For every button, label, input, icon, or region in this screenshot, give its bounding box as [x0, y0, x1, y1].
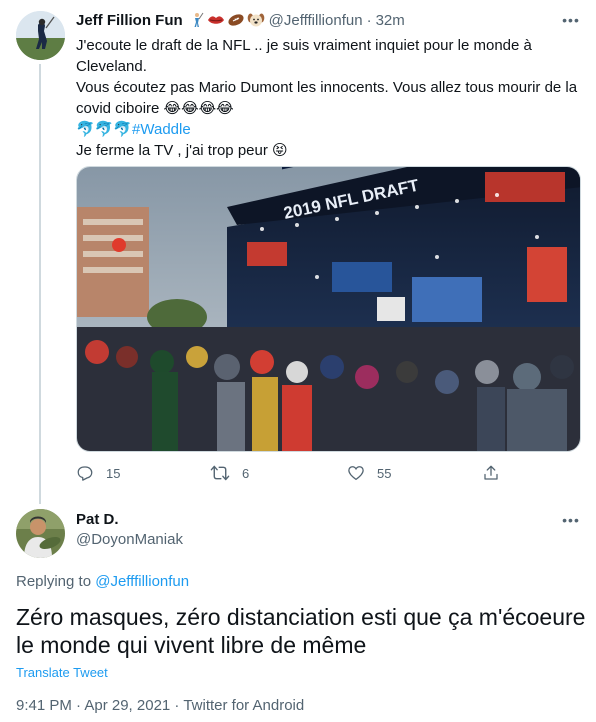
author-name[interactable]: Jeff Fillion Fun [76, 12, 183, 29]
replying-to-line: Replying to @Jefffillionfun [16, 573, 189, 590]
more-options-icon[interactable]: ••• [561, 12, 581, 28]
tongue-emoji: 😝 [272, 142, 288, 159]
share-button[interactable] [482, 462, 500, 484]
tweet-timestamp[interactable]: 9:41 PM · Apr 29, 2021 · Twitter for And… [16, 697, 304, 714]
reply-count: 15 [106, 465, 121, 481]
translate-tweet-link[interactable]: Translate Tweet [16, 665, 108, 680]
reply-author-handle[interactable]: @DoyonManiak [76, 531, 183, 548]
tweet-line-1: J'ecoute le draft de la NFL .. je suis v… [76, 37, 532, 75]
tweet-time[interactable]: 32m [376, 12, 405, 29]
dog-face-emoji [247, 13, 264, 27]
like-count: 55 [377, 465, 392, 481]
laughing-emojis: 😂😂😂😂 [163, 100, 234, 117]
replying-to-mention[interactable]: @Jefffillionfun [95, 573, 189, 590]
lips-emoji [207, 16, 224, 24]
header-separator: · [366, 11, 372, 29]
tweet-line-4-text: Je ferme la TV , j'ai trop peur [76, 142, 268, 159]
retweet-button[interactable]: 6 [210, 462, 249, 484]
retweet-icon [210, 465, 230, 481]
pat-d-avatar[interactable] [16, 509, 65, 558]
heart-icon [348, 466, 364, 481]
tweet-line-2-text: Vous écoutez pas Mario Dumont les innoce… [76, 79, 578, 117]
more-options-icon[interactable]: ••• [561, 512, 581, 528]
parent-tweet[interactable]: Jeff Fillion Fun @Jefffillionfun · 32m •… [0, 0, 596, 504]
tweet-line-2: Vous écoutez pas Mario Dumont les innoce… [76, 77, 581, 119]
reply-icon [77, 466, 93, 481]
name-emojis [189, 12, 265, 28]
reply-author-name[interactable]: Pat D. [76, 511, 119, 528]
share-icon [484, 465, 498, 480]
jeff-fillion-avatar[interactable] [16, 11, 65, 60]
reply-button[interactable]: 15 [76, 462, 120, 484]
tweet-text: J'ecoute le draft de la NFL .. je suis v… [76, 35, 581, 161]
thread-connector-line [39, 64, 41, 504]
football-emoji [228, 14, 244, 26]
dolphin-emojis: 🐬🐬🐬 [76, 121, 133, 138]
like-button[interactable]: 55 [347, 462, 391, 484]
focused-tweet: Pat D. @DoyonManiak ••• Replying to @Jef… [0, 500, 596, 722]
reply-tweet-text: Zéro masques, zéro distanciation esti qu… [16, 604, 586, 658]
tweet-actions: 15 6 55 [76, 462, 516, 484]
retweet-count: 6 [242, 465, 250, 481]
tweet-line-4: Je ferme la TV , j'ai trop peur 😝 [76, 140, 581, 161]
tweet-header: Jeff Fillion Fun @Jefffillionfun · 32m [76, 10, 576, 30]
golfer-emoji [194, 12, 204, 27]
replying-to-prefix: Replying to [16, 573, 92, 590]
hashtag-link[interactable]: #Waddle [132, 121, 191, 138]
tweet-line-3: 🐬🐬🐬#Waddle [76, 119, 581, 140]
author-handle[interactable]: @Jefffillionfun [269, 12, 363, 29]
tweet-photo[interactable]: 2019 NFL DRAFT [76, 166, 581, 452]
